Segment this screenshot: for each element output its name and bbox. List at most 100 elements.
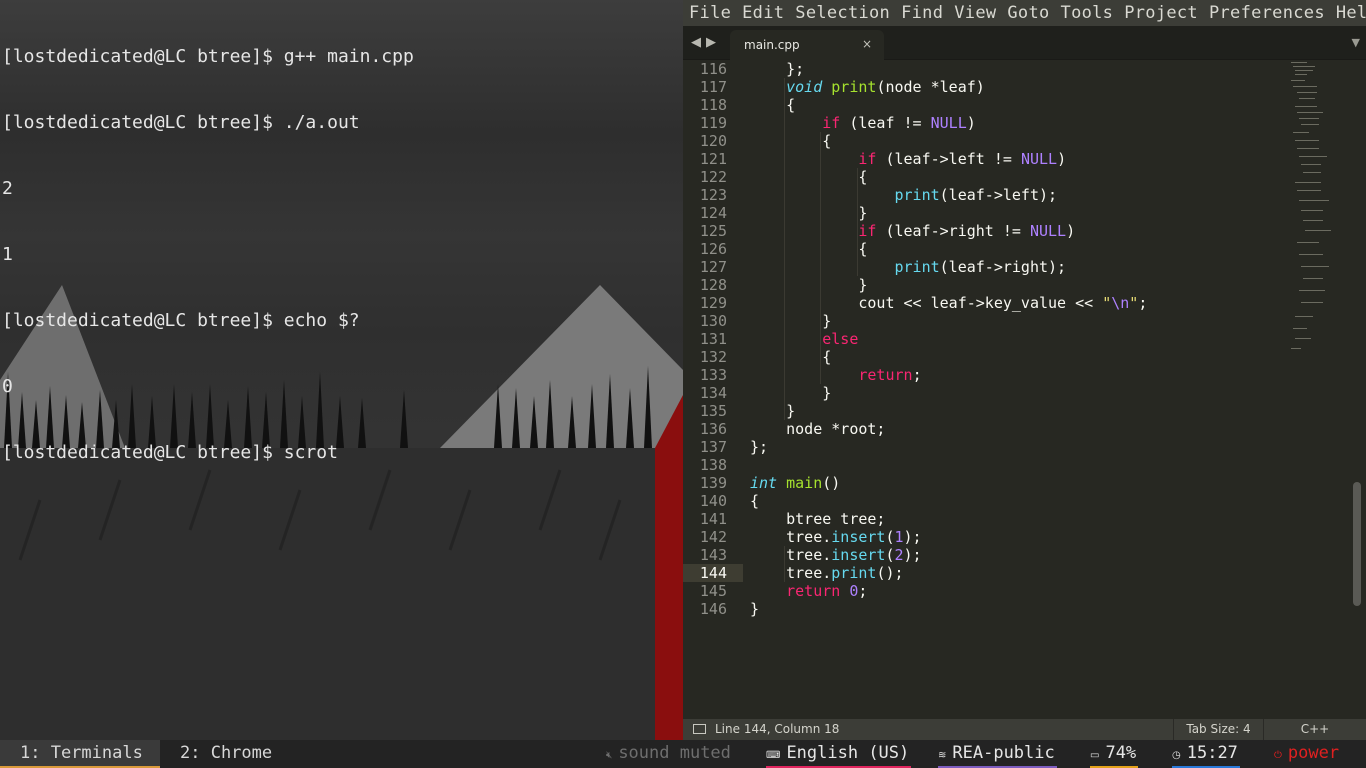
clock-block[interactable]: ◷ 15:27 [1172, 740, 1240, 768]
code-line[interactable]: btree tree; [750, 510, 1147, 528]
keyboard-layout-block[interactable]: ⌨ English (US) [766, 740, 912, 768]
code-line[interactable]: { [750, 348, 1147, 366]
line-number-gutter: 116 117 118 119 120 121 122 123 124 125 126 127 128 1… [683, 60, 743, 618]
terminal-line: 0 [2, 376, 13, 397]
wifi-block[interactable]: ≋ REA-public [938, 740, 1057, 768]
code-token: if [822, 114, 841, 132]
code-line[interactable]: node *root; [750, 420, 1147, 438]
code-token: (leaf->right); [939, 258, 1067, 276]
line-number: 145 [699, 582, 727, 600]
line-number: 140 [699, 492, 727, 510]
code-line[interactable]: return 0; [750, 582, 1147, 600]
minimap[interactable] [1287, 60, 1347, 360]
tab-forward-icon[interactable]: ▶ [706, 35, 716, 50]
line-number: 126 [699, 240, 727, 258]
code-token: (); [876, 564, 904, 582]
menu-selection[interactable]: Selection [795, 3, 890, 23]
terminal-line: [lostdedicated@LC btree]$ g++ main.cpp [2, 46, 414, 67]
line-number: 132 [699, 348, 727, 366]
close-icon[interactable]: × [862, 37, 872, 51]
code-line[interactable]: } [750, 384, 1147, 402]
tab-size-selector[interactable]: Tab Size: 4 [1173, 719, 1264, 740]
terminal-window[interactable]: [lostdedicated@LC btree]$ g++ main.cpp [… [0, 0, 683, 740]
code-line[interactable]: else [750, 330, 1147, 348]
line-number: 119 [699, 114, 727, 132]
indent-guide [784, 78, 786, 420]
sound-block[interactable]: 🔇︎ sound muted [606, 740, 731, 768]
workspace-1-button[interactable]: 1: Terminals [0, 740, 160, 768]
code-line[interactable]: { [750, 168, 1147, 186]
code-line[interactable]: { [750, 132, 1147, 150]
code-token: \n [1111, 294, 1130, 312]
code-line[interactable]: cout << leaf->key_value << "\n"; [750, 294, 1147, 312]
tab-main-cpp[interactable]: main.cpp × [730, 30, 884, 60]
terminal-output[interactable]: [lostdedicated@LC btree]$ g++ main.cpp [… [2, 2, 683, 508]
code-editor[interactable]: 116 117 118 119 120 121 122 123 124 125 126 127 128 1… [683, 60, 1366, 719]
code-line[interactable]: { [750, 492, 1147, 510]
code-token: { [750, 240, 868, 258]
code-line[interactable]: { [750, 240, 1147, 258]
tab-back-icon[interactable]: ◀ [691, 35, 701, 50]
code-line[interactable]: int main() [750, 474, 1147, 492]
scrollbar-thumb[interactable] [1353, 482, 1361, 606]
sublime-editor-window[interactable]: File Edit Selection Find View Goto Tools… [683, 0, 1366, 740]
workspace-2-button[interactable]: 2: Chrome [160, 740, 290, 768]
code-token: if [858, 150, 877, 168]
code-token: print [831, 564, 877, 582]
code-line[interactable]: tree.print(); [750, 564, 1147, 582]
tab-menu-icon[interactable]: ▼ [1352, 36, 1360, 49]
menu-view[interactable]: View [954, 3, 996, 23]
code-line[interactable]: } [750, 600, 1147, 618]
power-block[interactable]: ⏻ power [1274, 740, 1339, 768]
tab-label: main.cpp [744, 38, 800, 52]
menu-project[interactable]: Project [1124, 3, 1198, 23]
code-token: print [894, 258, 940, 276]
code-line[interactable]: if (leaf->right != NULL) [750, 222, 1147, 240]
menu-find[interactable]: Find [901, 3, 943, 23]
menu-tools[interactable]: Tools [1061, 3, 1114, 23]
code-token: { [750, 168, 868, 186]
code-line[interactable]: if (leaf != NULL) [750, 114, 1147, 132]
code-line[interactable]: } [750, 402, 1147, 420]
code-line[interactable]: tree.insert(1); [750, 528, 1147, 546]
menu-edit[interactable]: Edit [742, 3, 784, 23]
code-line[interactable]: } [750, 276, 1147, 294]
code-line[interactable]: if (leaf->left != NULL) [750, 150, 1147, 168]
code-line[interactable] [750, 456, 1147, 474]
code-line[interactable]: { [750, 96, 1147, 114]
code-token: int [750, 474, 778, 492]
menu-help[interactable]: Hel [1336, 3, 1366, 23]
code-content[interactable]: }; void print(node *leaf) { if (leaf != … [750, 60, 1147, 618]
code-token: NULL [1029, 222, 1067, 240]
syntax-selector[interactable]: C++ [1264, 719, 1366, 740]
menu-file[interactable]: File [689, 3, 731, 23]
code-token: ( [885, 528, 895, 546]
line-number: 122 [699, 168, 727, 186]
code-token: return [858, 366, 913, 384]
menu-goto[interactable]: Goto [1007, 3, 1049, 23]
code-line[interactable]: }; [750, 60, 1147, 78]
code-line[interactable]: } [750, 204, 1147, 222]
code-token: } [750, 276, 868, 294]
code-line[interactable]: print(leaf->left); [750, 186, 1147, 204]
battery-block[interactable]: ▭ 74% [1090, 740, 1139, 768]
code-line[interactable]: tree.insert(2); [750, 546, 1147, 564]
menu-bar: File Edit Selection Find View Goto Tools… [683, 0, 1366, 26]
code-token: ; [1138, 294, 1148, 312]
code-token: (leaf->left); [939, 186, 1058, 204]
tab-bar: ◀ ▶ main.cpp × ▼ [683, 26, 1366, 60]
code-token: (leaf->left != [876, 150, 1021, 168]
code-line[interactable]: print(leaf->right); [750, 258, 1147, 276]
code-token: else [822, 330, 859, 348]
code-line[interactable]: } [750, 312, 1147, 330]
code-line[interactable]: return; [750, 366, 1147, 384]
panel-toggle-icon[interactable] [693, 724, 706, 734]
code-line[interactable]: void print(node *leaf) [750, 78, 1147, 96]
code-token: if [858, 222, 877, 240]
menu-preferences[interactable]: Preferences [1209, 3, 1325, 23]
code-line[interactable]: }; [750, 438, 1147, 456]
code-token: } [750, 600, 760, 618]
